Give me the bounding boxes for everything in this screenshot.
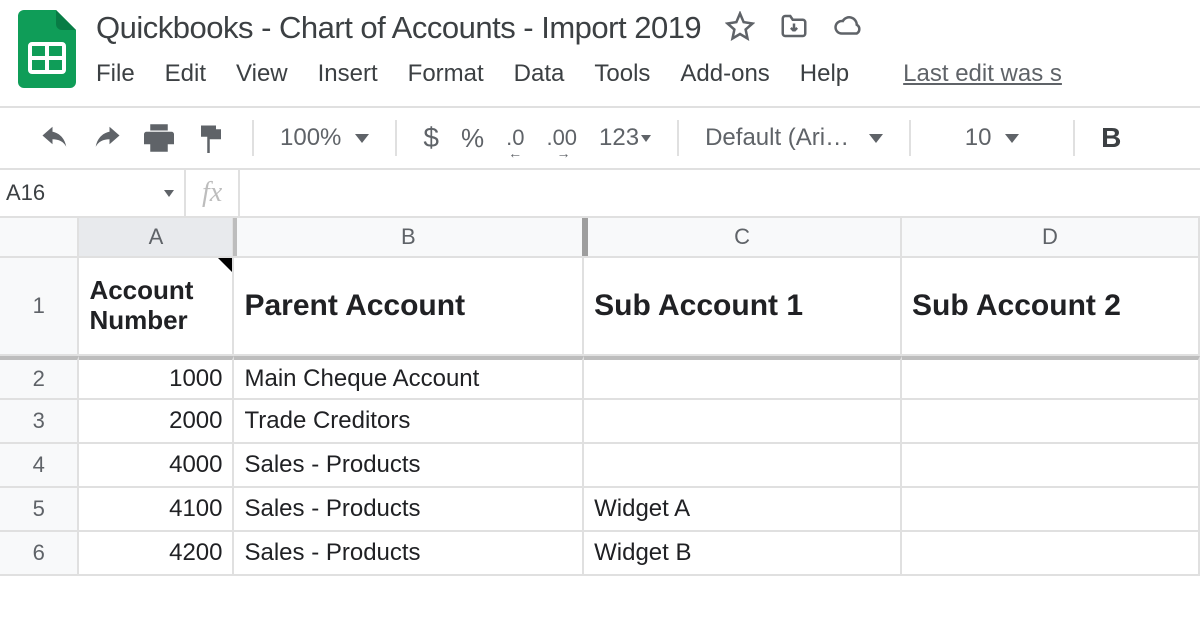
title-icons — [725, 11, 863, 46]
cell[interactable]: Sales - Products — [234, 488, 584, 532]
undo-icon[interactable] — [40, 123, 70, 153]
menubar: File Edit View Insert Format Data Tools … — [96, 60, 1062, 88]
table-row: 2 1000 Main Cheque Account — [0, 356, 1200, 400]
cell[interactable]: Widget A — [584, 488, 902, 532]
font-select[interactable]: Default (Ari… — [705, 124, 883, 152]
cell[interactable] — [902, 532, 1200, 576]
cell[interactable]: Main Cheque Account — [234, 356, 584, 400]
percent-button[interactable]: % — [461, 123, 484, 154]
column-header-B[interactable]: B — [234, 218, 584, 258]
menu-data[interactable]: Data — [514, 60, 565, 88]
row-header[interactable]: 2 — [0, 356, 79, 400]
separator — [252, 120, 254, 156]
cell-A1[interactable]: Account Number — [79, 258, 234, 356]
separator — [909, 120, 911, 156]
name-box[interactable]: A16 — [0, 170, 186, 216]
row-header[interactable]: 5 — [0, 488, 79, 532]
menu-addons[interactable]: Add-ons — [680, 60, 769, 88]
font-name: Default (Ari… — [705, 124, 855, 152]
separator — [1073, 120, 1075, 156]
cell[interactable] — [902, 400, 1200, 444]
name-box-value: A16 — [6, 180, 45, 206]
cell[interactable]: Trade Creditors — [234, 400, 584, 444]
cell[interactable] — [902, 444, 1200, 488]
menu-edit[interactable]: Edit — [165, 60, 206, 88]
table-row: 3 2000 Trade Creditors — [0, 400, 1200, 444]
print-icon[interactable] — [144, 123, 174, 153]
move-icon[interactable] — [779, 11, 809, 46]
cell-D1[interactable]: Sub Account 2 — [902, 258, 1200, 356]
chevron-down-icon — [164, 190, 174, 197]
title-row: Quickbooks - Chart of Accounts - Import … — [96, 10, 1062, 46]
table-row: 5 4100 Sales - Products Widget A — [0, 488, 1200, 532]
title-zone: Quickbooks - Chart of Accounts - Import … — [96, 10, 1062, 88]
number-format-button[interactable]: 123 — [599, 124, 651, 152]
cell[interactable]: 1000 — [79, 356, 234, 400]
star-icon[interactable] — [725, 11, 755, 46]
formula-bar: A16 fx — [0, 168, 1200, 216]
chevron-down-icon — [1005, 134, 1019, 143]
zoom-value: 100% — [280, 124, 341, 152]
spreadsheet-grid: A B C D 1 Account Number Parent Account … — [0, 216, 1200, 576]
separator — [395, 120, 397, 156]
menu-view[interactable]: View — [236, 60, 288, 88]
cell[interactable]: 4000 — [79, 444, 234, 488]
row-header[interactable]: 4 — [0, 444, 79, 488]
cell[interactable]: 4200 — [79, 532, 234, 576]
increase-decimal-button[interactable]: .00→ — [546, 125, 577, 151]
row-header[interactable]: 3 — [0, 400, 79, 444]
cell[interactable] — [902, 488, 1200, 532]
column-headers: A B C D — [0, 218, 1200, 258]
cell[interactable] — [584, 356, 902, 400]
menu-file[interactable]: File — [96, 60, 135, 88]
toolbar: 100% $ % .0← .00→ 123 Default (Ari… 10 B — [0, 106, 1200, 168]
formula-input[interactable] — [240, 170, 1200, 216]
chevron-down-icon — [641, 135, 651, 142]
font-size-select[interactable]: 10 — [937, 124, 1047, 152]
font-size-value: 10 — [965, 124, 992, 152]
cell[interactable]: 4100 — [79, 488, 234, 532]
currency-button[interactable]: $ — [423, 122, 439, 154]
cell[interactable]: 2000 — [79, 400, 234, 444]
column-header-A[interactable]: A — [79, 218, 234, 258]
menu-tools[interactable]: Tools — [594, 60, 650, 88]
cell[interactable]: Sales - Products — [234, 532, 584, 576]
fx-label: fx — [186, 170, 240, 216]
row-header[interactable]: 6 — [0, 532, 79, 576]
table-row: 4 4000 Sales - Products — [0, 444, 1200, 488]
cell[interactable] — [584, 400, 902, 444]
paint-format-icon[interactable] — [196, 123, 226, 153]
menu-format[interactable]: Format — [408, 60, 484, 88]
chevron-down-icon — [355, 134, 369, 143]
zoom-select[interactable]: 100% — [280, 124, 369, 152]
chevron-down-icon — [869, 134, 883, 143]
cell[interactable] — [902, 356, 1200, 400]
doc-title[interactable]: Quickbooks - Chart of Accounts - Import … — [96, 10, 701, 46]
menu-insert[interactable]: Insert — [318, 60, 378, 88]
cell-C1[interactable]: Sub Account 1 — [584, 258, 902, 356]
cell[interactable] — [584, 444, 902, 488]
select-all-corner[interactable] — [0, 218, 79, 258]
column-header-C[interactable]: C — [584, 218, 902, 258]
sheets-logo-icon[interactable] — [18, 10, 76, 88]
bold-button[interactable]: B — [1101, 122, 1121, 154]
header: Quickbooks - Chart of Accounts - Import … — [0, 0, 1200, 88]
cell[interactable]: Sales - Products — [234, 444, 584, 488]
decrease-decimal-button[interactable]: .0← — [506, 125, 524, 151]
last-edit-link[interactable]: Last edit was s — [903, 60, 1062, 88]
table-row: 1 Account Number Parent Account Sub Acco… — [0, 258, 1200, 356]
column-header-D[interactable]: D — [902, 218, 1200, 258]
row-header-1[interactable]: 1 — [0, 258, 79, 356]
menu-help[interactable]: Help — [800, 60, 849, 88]
cell-B1[interactable]: Parent Account — [234, 258, 584, 356]
cell[interactable]: Widget B — [584, 532, 902, 576]
separator — [677, 120, 679, 156]
table-row: 6 4200 Sales - Products Widget B — [0, 532, 1200, 576]
redo-icon[interactable] — [92, 123, 122, 153]
note-indicator-icon — [218, 258, 232, 272]
cloud-icon[interactable] — [833, 11, 863, 46]
